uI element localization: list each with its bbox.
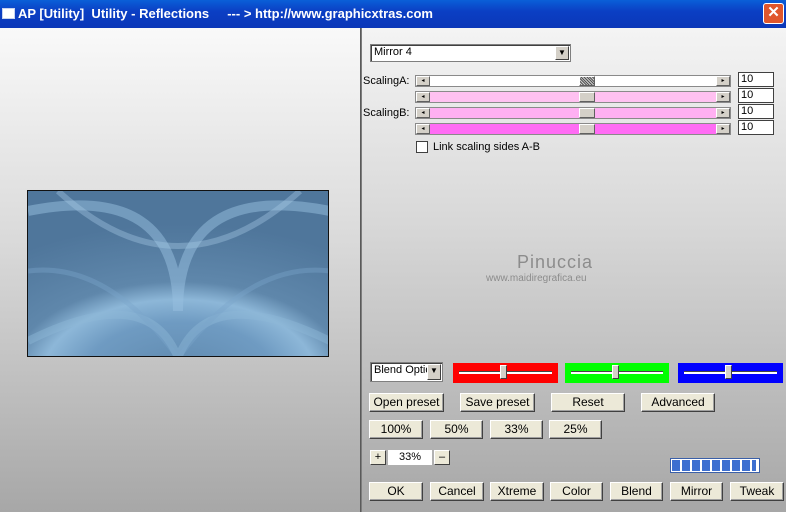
zoom-100-button[interactable]: 100%	[369, 420, 423, 439]
scroll-left-icon[interactable]: ◂	[416, 76, 430, 86]
preset-select[interactable]: Mirror 4 ▼	[370, 44, 571, 62]
progress-fill	[672, 460, 757, 471]
window-icon	[2, 8, 15, 19]
open-preset-button[interactable]: Open preset	[369, 393, 444, 412]
watermark-subtitle: www.maidiregrafica.eu	[486, 273, 587, 284]
title-bar: AP [Utility] Utility - Reflections --- >…	[0, 0, 786, 28]
scroll-right-icon[interactable]: ▸	[716, 92, 730, 102]
xtreme-button[interactable]: Xtreme	[490, 482, 544, 501]
link-scaling-checkbox[interactable]	[416, 141, 428, 153]
tweak-button[interactable]: Tweak	[730, 482, 784, 501]
preview-pane	[0, 28, 360, 512]
save-preset-button[interactable]: Save preset	[460, 393, 535, 412]
scaling-b1-slider[interactable]: ◂ ▸	[415, 107, 731, 119]
cancel-button[interactable]: Cancel	[430, 482, 484, 501]
scroll-right-icon[interactable]: ▸	[716, 108, 730, 118]
slider-knob[interactable]	[725, 365, 733, 379]
slider-knob[interactable]	[611, 365, 619, 379]
dropdown-arrow-icon: ▼	[427, 364, 441, 380]
blend-options-value: Blend Optio	[374, 364, 428, 376]
zoom-33-button[interactable]: 33%	[490, 420, 543, 439]
window-title: AP [Utility] Utility - Reflections --- >…	[18, 6, 433, 21]
reset-button[interactable]: Reset	[551, 393, 625, 412]
slider-thumb[interactable]	[579, 76, 595, 86]
progress-bar	[670, 458, 760, 473]
zoom-25-button[interactable]: 25%	[549, 420, 602, 439]
green-slider[interactable]	[565, 363, 669, 383]
slider-thumb[interactable]	[579, 108, 595, 118]
scaling-a2-value[interactable]: 10	[738, 88, 774, 103]
preset-select-value: Mirror 4	[374, 46, 412, 58]
close-icon: ✕	[767, 4, 780, 21]
scroll-right-icon[interactable]: ▸	[716, 76, 730, 86]
close-button[interactable]: ✕	[763, 3, 784, 24]
ok-button[interactable]: OK	[369, 482, 423, 501]
zoom-field[interactable]: 33%	[388, 450, 432, 465]
zoom-out-button[interactable]: –	[434, 450, 450, 465]
blue-slider[interactable]	[678, 363, 783, 383]
dropdown-arrow-icon: ▼	[555, 46, 569, 60]
mirror-button[interactable]: Mirror	[670, 482, 723, 501]
slider-thumb[interactable]	[579, 124, 595, 134]
blend-button[interactable]: Blend	[610, 482, 663, 501]
scroll-left-icon[interactable]: ◂	[416, 92, 430, 102]
link-scaling-label: Link scaling sides A-B	[433, 141, 540, 153]
scroll-left-icon[interactable]: ◂	[416, 108, 430, 118]
scaling-b1-value[interactable]: 10	[738, 104, 774, 119]
scroll-right-icon[interactable]: ▸	[716, 124, 730, 134]
zoom-in-button[interactable]: +	[370, 450, 386, 465]
zoom-50-button[interactable]: 50%	[430, 420, 483, 439]
advanced-button[interactable]: Advanced	[641, 393, 715, 412]
scroll-left-icon[interactable]: ◂	[416, 124, 430, 134]
color-button[interactable]: Color	[550, 482, 603, 501]
scaling-a-label: ScalingA:	[363, 75, 410, 87]
watermark-title: Pinuccia	[517, 252, 594, 272]
red-slider[interactable]	[453, 363, 558, 383]
scaling-b2-value[interactable]: 10	[738, 120, 774, 135]
scaling-a2-slider[interactable]: ◂ ▸	[415, 91, 731, 103]
blend-options-select[interactable]: Blend Optio ▼	[370, 362, 443, 382]
preview-image	[27, 190, 329, 357]
scaling-a1-slider[interactable]: ◂ ▸	[415, 75, 731, 87]
slider-knob[interactable]	[500, 365, 508, 379]
scaling-b2-slider[interactable]: ◂ ▸	[415, 123, 731, 135]
scaling-a1-value[interactable]: 10	[738, 72, 774, 87]
scaling-b-label: ScalingB:	[363, 107, 410, 119]
slider-thumb[interactable]	[579, 92, 595, 102]
